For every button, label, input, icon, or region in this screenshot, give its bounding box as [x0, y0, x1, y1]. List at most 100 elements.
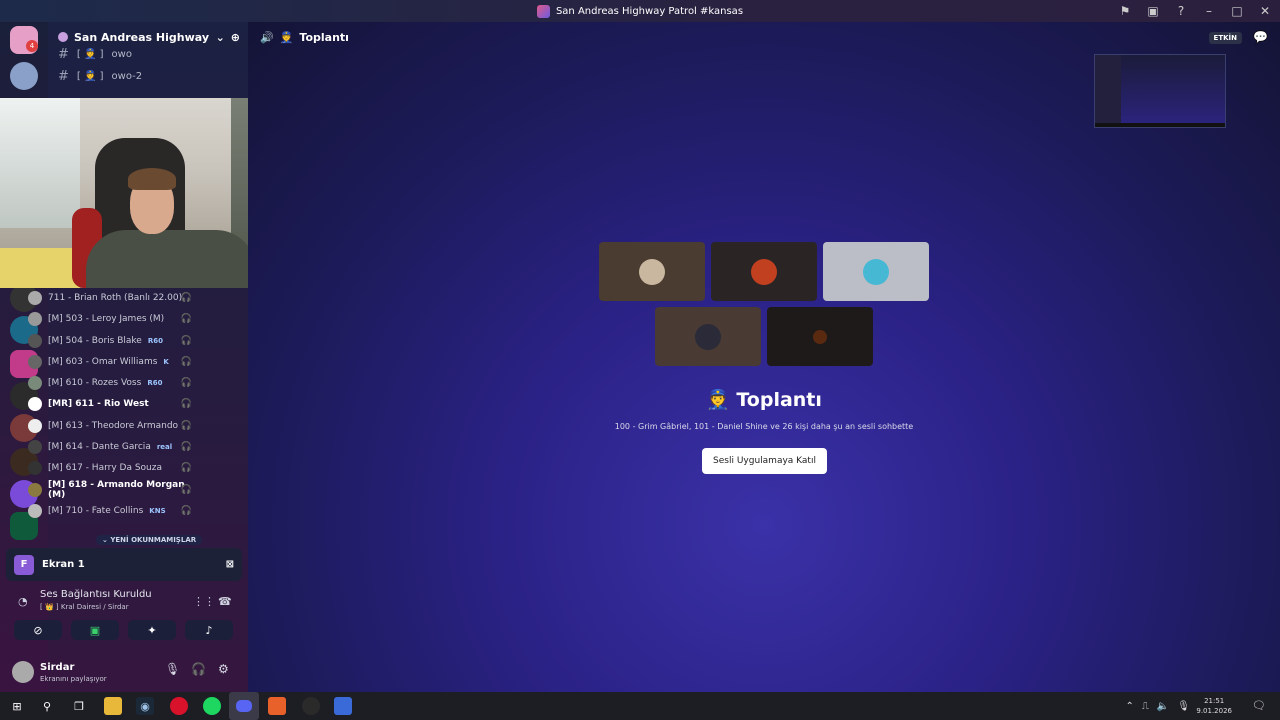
- member-tag: K: [163, 357, 169, 366]
- webcam-window: [0, 98, 80, 228]
- deafened-icon: 🎧: [180, 335, 192, 346]
- voice-member[interactable]: [M] 610 - Rozes Voss R60 🎧: [28, 372, 198, 393]
- participant-tile[interactable]: [767, 307, 873, 366]
- stage-header-title: Toplantı: [299, 30, 349, 44]
- app-icon[interactable]: [268, 697, 286, 715]
- avatar: [695, 323, 721, 350]
- gear-icon[interactable]: ⚙: [218, 662, 229, 676]
- disconnect-icon[interactable]: ☎: [218, 595, 232, 608]
- channel-item[interactable]: # [ 👮 ] owo-2: [58, 68, 142, 84]
- volume-icon[interactable]: 🔈: [1157, 701, 1169, 712]
- member-tag: real: [156, 443, 173, 452]
- voice-participants-text: 100 - Grim Gâbriel, 101 - Daniel Shine v…: [614, 422, 914, 431]
- screen-label: Ekran 1: [42, 559, 85, 570]
- voice-member-list: 615 - Rhys Mercer (BANLI)🎧711 - Brian Ro…: [28, 266, 198, 522]
- voice-member[interactable]: [M] 503 - Leroy James (M) 🎧: [28, 309, 198, 330]
- avatar: [28, 312, 42, 327]
- signal-icon[interactable]: ◔: [18, 595, 28, 608]
- close-button[interactable]: ✕: [1258, 4, 1272, 18]
- chat-icon[interactable]: 💬: [1253, 30, 1268, 44]
- discord-icon: [536, 4, 550, 18]
- invite-icon[interactable]: ⊕: [231, 31, 240, 44]
- chevron-up-icon[interactable]: ⌃: [1125, 701, 1133, 712]
- chevron-down-icon[interactable]: ⌄: [216, 31, 225, 44]
- member-name: [M] 503 - Leroy James (M): [48, 314, 165, 325]
- soundwave-icon[interactable]: ⋮⋮: [193, 595, 215, 608]
- voice-member[interactable]: [M] 618 - Armando Morgan (M) 🎧: [28, 479, 198, 500]
- headphones-icon[interactable]: 🎧: [191, 662, 206, 676]
- flag-icon[interactable]: ⚑: [1118, 4, 1132, 18]
- member-name: [M] 613 - Theodore Armando: [48, 420, 179, 431]
- camera-off-icon: ⊘: [33, 623, 43, 637]
- member-name: [M] 710 - Fate Collins: [48, 505, 144, 516]
- voice-member[interactable]: [M] 614 - Dante Garcia real 🎧: [28, 436, 198, 457]
- participant-tile[interactable]: [599, 242, 705, 301]
- participant-tile[interactable]: [711, 242, 817, 301]
- steam-icon[interactable]: ◉: [136, 697, 154, 715]
- hash-icon: #: [58, 46, 69, 62]
- app-icon[interactable]: [302, 697, 320, 715]
- screen-preview[interactable]: [1094, 54, 1226, 128]
- participant-tile[interactable]: [823, 242, 929, 301]
- voice-member[interactable]: [M] 603 - Omar Williams K 🎧: [28, 351, 198, 372]
- webcam-person-hair: [128, 168, 176, 190]
- channel-name: owo: [111, 48, 132, 60]
- member-name: 711 - Brian Roth (Banlı 22.00): [48, 292, 183, 303]
- title-bar: San Andreas Highway Patrol #kansas ⚑ ▣ ?…: [0, 0, 1280, 22]
- search-icon[interactable]: ⚲: [38, 697, 56, 715]
- voice-member[interactable]: [M] 613 - Theodore Armando 🎧: [28, 415, 198, 436]
- file-explorer-icon[interactable]: [104, 697, 122, 715]
- microphone-icon[interactable]: 🎙: [1177, 701, 1190, 712]
- network-icon[interactable]: ⎍: [1142, 701, 1149, 712]
- avatar: [28, 290, 42, 305]
- screen-share-card[interactable]: F Ekran 1 ⊠: [6, 548, 242, 581]
- voice-member[interactable]: [M] 617 - Harry Da Souza 🎧: [28, 458, 198, 479]
- new-unreads-pill[interactable]: ⌄ YENİ OKUNMAMIŞLAR: [96, 535, 203, 545]
- server-name: San Andreas Highway P...: [74, 30, 210, 44]
- stop-share-icon[interactable]: ⊠: [226, 559, 234, 570]
- channel-item[interactable]: # [ 👮 ] owo: [58, 46, 132, 62]
- task-view-icon[interactable]: ❐: [70, 697, 88, 715]
- server-icon-highway-patrol[interactable]: [10, 62, 38, 90]
- activities-button[interactable]: ✦: [128, 620, 176, 640]
- inbox-icon[interactable]: ▣: [1146, 4, 1160, 18]
- screen-share-button[interactable]: ▣: [71, 620, 119, 640]
- minimize-button[interactable]: –: [1202, 4, 1216, 18]
- clock[interactable]: 21:51 9.01.2026: [1196, 696, 1232, 716]
- voice-channel-name: Toplantı: [736, 389, 822, 411]
- deafened-icon: 🎧: [180, 399, 192, 410]
- notification-icon[interactable]: 🗨: [1252, 699, 1266, 712]
- join-voice-app-button[interactable]: Sesli Uygulamaya Katıl: [702, 448, 827, 474]
- avatar: [751, 258, 777, 285]
- member-tag: KNS: [149, 506, 166, 515]
- avatar: [863, 258, 889, 285]
- soundboard-button[interactable]: ♪: [185, 620, 233, 640]
- start-icon[interactable]: ⊞: [8, 697, 26, 715]
- voice-member[interactable]: [M] 710 - Fate Collins KNS 🎧: [28, 500, 198, 521]
- avatar: [28, 418, 42, 433]
- channel-name: owo-2: [111, 70, 143, 82]
- camera-off-button[interactable]: ⊘: [14, 620, 62, 640]
- maximize-button[interactable]: □: [1230, 4, 1244, 18]
- calculator-icon[interactable]: [334, 697, 352, 715]
- screen-badge: F: [14, 554, 34, 575]
- avatar: [28, 333, 42, 348]
- discord-taskbar-button[interactable]: [229, 692, 259, 720]
- participant-tile[interactable]: [655, 307, 761, 366]
- opera-icon[interactable]: [170, 697, 188, 715]
- help-icon[interactable]: ?: [1174, 4, 1188, 18]
- voice-member[interactable]: 711 - Brian Roth (Banlı 22.00) 🎧: [28, 287, 198, 308]
- member-name: [M] 614 - Dante Garcia: [48, 442, 151, 453]
- deafened-icon: 🎧: [180, 463, 192, 474]
- spotify-icon[interactable]: [203, 697, 221, 715]
- preview-taskbar: [1095, 123, 1225, 127]
- avatar[interactable]: [12, 661, 34, 683]
- microphone-icon[interactable]: 🎙: [165, 662, 180, 676]
- avatar: [639, 258, 665, 285]
- deafened-icon: 🎧: [180, 292, 192, 303]
- voice-member[interactable]: [MR] 611 - Rio West 🎧: [28, 394, 198, 415]
- voice-member[interactable]: [M] 504 - Boris Blake R60 🎧: [28, 330, 198, 351]
- police-icon: 👮: [706, 389, 737, 411]
- active-badge: ETKİN: [1208, 32, 1242, 44]
- channel-prefix: [ 👮 ]: [76, 48, 104, 60]
